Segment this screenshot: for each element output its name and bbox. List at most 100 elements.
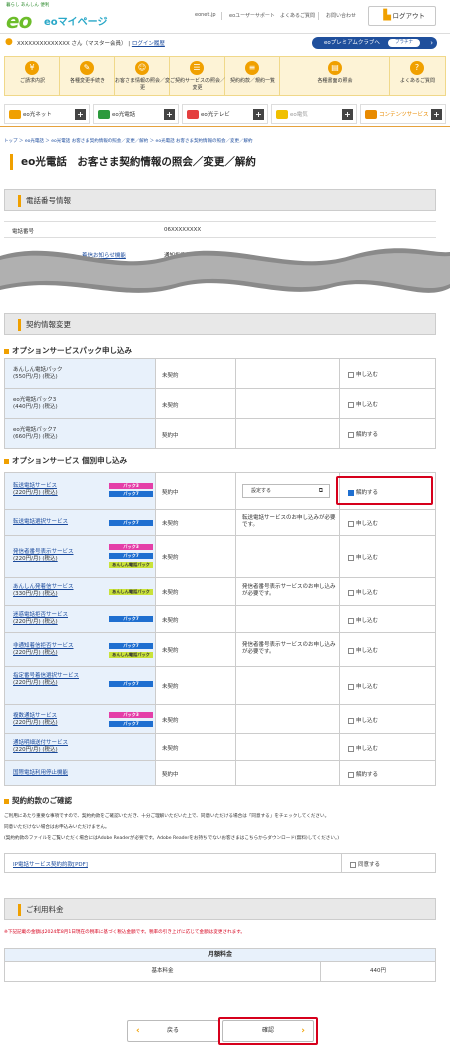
user-name: XXXXXXXXXXXXXX さん（マスター会員） xyxy=(17,41,127,47)
table-row: 転送電話選択サービス パック7 未契約 転送電話サービスのお申し込みが必要です。… xyxy=(4,510,436,536)
apply-checkbox[interactable]: 申し込む xyxy=(348,616,378,624)
chevron-left-icon: ‹ xyxy=(136,1026,140,1036)
service-name[interactable]: 国際電話利用停止機能 xyxy=(13,770,133,777)
apply-checkbox[interactable]: 申し込む xyxy=(348,400,378,408)
service-name[interactable]: 通話明細送付サービス (220円/月) (税込) xyxy=(13,740,103,754)
link-support[interactable]: eoユーザーサポート xyxy=(229,12,275,19)
service-link[interactable]: 複数通話サービス xyxy=(13,713,57,719)
service-eo-net[interactable]: eo光ネット + xyxy=(4,104,90,124)
door-icon: ▙ xyxy=(383,10,391,21)
status-text: 未契約 xyxy=(162,403,179,409)
service-name[interactable]: あんしん発着信サービス (330円/月) (税込) xyxy=(13,584,103,598)
status-text: 未契約 xyxy=(162,718,179,724)
apply-checkbox[interactable]: 申し込む xyxy=(348,716,378,724)
page-title: eo光電話 お客さま契約情報の照会／変更／解約 xyxy=(10,154,440,170)
checkbox-label: 解約する xyxy=(356,772,379,778)
menu-item-billing[interactable]: ¥ ご請求内訳 xyxy=(5,57,60,95)
agree-checkbox[interactable]: 同意する xyxy=(350,860,380,868)
apply-checkbox[interactable]: 申し込む xyxy=(348,682,378,690)
link-contact[interactable]: お問い合わせ xyxy=(326,12,356,19)
service-name[interactable]: 転送電話サービス (220円/月) (税込) xyxy=(13,483,103,497)
plus-icon[interactable]: + xyxy=(253,109,264,120)
service-name[interactable]: 発信者番号表示サービス (220円/月) (税込) xyxy=(13,549,103,563)
pack7-badge: パック7 xyxy=(109,553,153,559)
checkbox-label: 同意する xyxy=(358,862,381,868)
service-link[interactable]: 指定番号着信選択サービス xyxy=(13,673,79,679)
service-eo-tv[interactable]: eo光テレビ + xyxy=(182,104,268,124)
apply-checkbox[interactable]: 申し込む xyxy=(348,744,378,752)
checkbox-box xyxy=(348,371,354,378)
pack7-badge: パック7 xyxy=(109,491,153,497)
site-name: eoマイページ xyxy=(44,17,108,28)
service-link[interactable]: 転送電話サービス xyxy=(13,483,57,489)
service-price: (220円/月) (税込) xyxy=(13,747,58,753)
menu-item-documents[interactable]: ▤ 各種書面の照会 xyxy=(280,57,390,95)
menu-item-terms[interactable]: ≡ 契約約款／規約一覧 xyxy=(225,57,280,95)
table-row: 指定番号着信選択サービス (220円/月) (税込) パック7 未契約 申し込む xyxy=(4,667,436,705)
empty-cell xyxy=(236,419,340,448)
plus-icon[interactable]: + xyxy=(164,109,175,120)
plus-icon[interactable]: + xyxy=(431,109,442,120)
login-history-link[interactable]: ログイン履歴 xyxy=(132,41,165,47)
apply-checkbox[interactable]: 申し込む xyxy=(348,553,378,561)
premium-club-button[interactable]: eoプレミアムクラブへ プラチナ › xyxy=(312,37,437,49)
menu-item-procedures[interactable]: ✎ 各種変更手続き xyxy=(60,57,115,95)
section-contract-change: 契約情報変更 xyxy=(4,313,436,335)
section-title: 電話番号情報 xyxy=(18,195,71,207)
link-eonet[interactable]: eonet.jp xyxy=(195,12,216,18)
empty-cell xyxy=(236,705,340,733)
service-link[interactable]: あんしん発着信サービス xyxy=(13,584,74,590)
service-name: eo光電話パック3 (440円/月) (税込) xyxy=(13,397,103,411)
settings-button[interactable]: 設定する ⧉ xyxy=(242,484,330,498)
back-button[interactable]: ‹ 戻る xyxy=(127,1020,219,1042)
eo-tv-icon xyxy=(187,110,199,119)
service-price: (220円/月) (税込) xyxy=(13,650,58,656)
list-icon: ≡ xyxy=(245,61,259,75)
cancel-checkbox[interactable]: 解約する xyxy=(348,770,378,778)
service-link[interactable]: 通話明細送付サービス xyxy=(13,740,68,746)
service-eo-denki[interactable]: eo電気 + xyxy=(271,104,357,124)
apply-checkbox[interactable]: 申し込む xyxy=(348,519,378,527)
service-eo-phone[interactable]: eo光電話 + xyxy=(93,104,179,124)
checkbox-label: 申し込む xyxy=(356,555,379,561)
service-link[interactable]: 非通知着信拒否サービス xyxy=(13,643,74,649)
apply-checkbox[interactable]: 申し込む xyxy=(348,588,378,596)
status-text: 未契約 xyxy=(162,684,179,690)
terms-pdf-link[interactable]: IP電話サービス契約約款[PDF] xyxy=(13,860,88,878)
breadcrumb[interactable]: トップ ＞ eo光電話 ＞ eo光電話 お客さま契約情報の照会／変更／解約 ＞ … xyxy=(4,138,253,144)
pack-name-cell: あんしん電話パック (550円/月) (税込) xyxy=(4,359,156,388)
menu-item-customer-info[interactable]: ☺ お客さま情報の照会／変更 xyxy=(115,57,170,95)
fee-table-header: 月額料金 xyxy=(4,948,436,962)
status-text: 契約中 xyxy=(162,433,179,439)
plus-icon[interactable]: + xyxy=(342,109,353,120)
status-text: 未契約 xyxy=(162,618,179,624)
plus-icon[interactable]: + xyxy=(75,109,86,120)
status-text: 未契約 xyxy=(162,746,179,752)
logout-button[interactable]: ▙ ログアウト xyxy=(368,6,436,26)
service-name[interactable]: 指定番号着信選択サービス (220円/月) (税込) xyxy=(13,673,105,687)
service-name[interactable]: 迷惑電話拒否サービス (220円/月) (税込) xyxy=(13,612,103,626)
service-name: eo光ネット xyxy=(23,112,52,118)
service-name: eo電気 xyxy=(290,112,308,118)
fee-label: 基本料金 xyxy=(5,962,321,981)
service-name[interactable]: 非通知着信拒否サービス (220円/月) (税込) xyxy=(13,643,103,657)
logo[interactable]: 暮らし あんしん 便利 eo eoマイページ xyxy=(4,2,114,33)
menu-label: ご契約サービスの照会／変更 xyxy=(170,78,226,91)
service-name[interactable]: 転送電話選択サービス xyxy=(13,519,113,526)
eo-denki-icon xyxy=(276,110,288,119)
checkbox-label: 申し込む xyxy=(356,402,379,408)
menu-item-contract-services[interactable]: ☰ ご契約サービスの照会／変更 xyxy=(170,57,225,95)
apply-checkbox[interactable]: 申し込む xyxy=(348,370,378,378)
cancel-checkbox[interactable]: 解約する xyxy=(348,430,378,438)
service-name: eo光電話 xyxy=(112,112,136,118)
service-link[interactable]: 迷惑電話拒否サービス xyxy=(13,612,68,618)
link-faq[interactable]: よくあるご質問 xyxy=(280,12,315,19)
service-contents[interactable]: コンテンツサービス + xyxy=(360,104,446,124)
menu-item-faq[interactable]: ? よくあるご質問 xyxy=(390,57,445,95)
service-name[interactable]: 複数通話サービス (220円/月) (税込) xyxy=(13,713,103,727)
checkbox-label: 申し込む xyxy=(356,648,379,654)
service-price: (220円/月) (税込) xyxy=(13,556,58,562)
empty-cell xyxy=(236,761,340,785)
apply-checkbox[interactable]: 申し込む xyxy=(348,646,378,654)
service-link[interactable]: 発信者番号表示サービス xyxy=(13,549,74,555)
